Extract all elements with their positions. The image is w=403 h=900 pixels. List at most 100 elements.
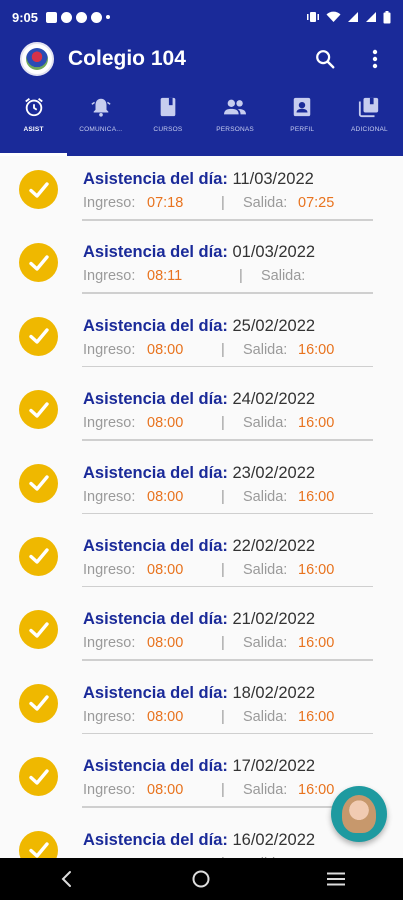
system-nav-bar <box>0 858 403 900</box>
attendance-date: 24/02/2022 <box>232 390 316 409</box>
tab-label: COMUNICA... <box>79 126 123 133</box>
notification-icon <box>91 11 103 23</box>
time-separator: | <box>221 708 225 725</box>
salida-label: Salida: <box>243 415 288 432</box>
app-title: Colegio 104 <box>68 47 186 70</box>
search-button[interactable] <box>311 45 339 73</box>
nav-recents-button[interactable] <box>316 859 356 899</box>
tab-adicional[interactable]: ADICIONAL <box>336 84 403 156</box>
attendance-label: Asistencia del día: <box>83 170 228 188</box>
attendance-row[interactable]: Asistencia del día: 22/02/2022 Ingreso: 0… <box>0 523 403 596</box>
overflow-menu-button[interactable] <box>361 45 389 73</box>
tab-personas[interactable]: PERSONAS <box>202 84 269 156</box>
more-notifications-dot <box>106 15 111 19</box>
salida-time: 16:00 <box>298 782 335 799</box>
menu-lines-icon <box>326 872 345 886</box>
attendance-row[interactable]: Asistencia del día: 23/02/2022 Ingreso: 0… <box>0 450 403 523</box>
tab-label: ADICIONAL <box>351 126 388 133</box>
ingreso-time: 08:00 <box>147 488 184 505</box>
attendance-row[interactable]: Asistencia del día: 01/03/2022 Ingreso: 0… <box>0 229 403 302</box>
facebook-icon <box>76 11 88 23</box>
bell-icon <box>91 98 111 117</box>
check-circle-icon <box>19 316 58 356</box>
attendance-title: Asistencia del día: 21/02/2022 <box>83 610 315 629</box>
tab-perfil[interactable]: PERFIL <box>269 84 336 156</box>
ingreso-label: Ingreso: <box>83 268 136 285</box>
attendance-row[interactable]: Asistencia del día: 18/02/2022 Ingreso: 0… <box>0 670 403 743</box>
library-icon <box>359 97 379 118</box>
attendance-times: Ingreso: 08:00 | Salida: 16:00 <box>83 415 334 431</box>
attendance-times: Ingreso: 08:00 | Salida: 16:00 <box>83 489 334 505</box>
salida-label: Salida: <box>243 635 288 652</box>
salida-time: 16:00 <box>298 708 335 725</box>
attendance-date: 11/03/2022 <box>232 170 314 188</box>
check-circle-icon <box>19 463 58 503</box>
ingreso-time: 08:11 <box>147 268 183 285</box>
attendance-date: 01/03/2022 <box>232 243 316 262</box>
tab-cursos[interactable]: CURSOS <box>134 84 201 156</box>
row-divider <box>82 365 373 368</box>
attendance-title: Asistencia del día: 16/02/2022 <box>83 831 315 850</box>
alarm-clock-icon <box>24 98 43 117</box>
attendance-row[interactable]: Asistencia del día: 24/02/2022 Ingreso: 0… <box>0 376 403 449</box>
tab-asist[interactable]: ASIST <box>0 84 68 156</box>
row-divider <box>82 585 373 588</box>
tab-comunicados[interactable]: COMUNICA... <box>67 84 134 156</box>
status-time: 9:05 <box>12 9 39 25</box>
tab-bar: ASIST COMUNICA... CURSOS PERSONAS PERFIL… <box>0 84 403 156</box>
attendance-date: 25/02/2022 <box>232 316 316 335</box>
attendance-date: 16/02/2022 <box>232 830 316 849</box>
salida-time: 16:00 <box>298 561 335 578</box>
attendance-date: 23/02/2022 <box>232 463 316 482</box>
attendance-times: Ingreso: 08:00 | Salida: 16:00 <box>83 709 334 725</box>
attendance-date: 18/02/2022 <box>232 683 316 702</box>
ingreso-label: Ingreso: <box>83 341 136 358</box>
ingreso-label: Ingreso: <box>83 782 136 799</box>
battery-icon <box>383 10 391 23</box>
nav-back-button[interactable] <box>47 859 87 899</box>
check-circle-icon <box>19 757 58 797</box>
ingreso-time: 08:00 <box>147 561 184 578</box>
notification-icon <box>46 11 58 23</box>
attendance-label: Asistencia del día: <box>83 463 228 482</box>
ingreso-time: 07:18 <box>147 195 184 211</box>
check-circle-icon <box>19 610 58 650</box>
check-circle-icon <box>19 390 58 430</box>
attendance-row[interactable]: Asistencia del día: 11/03/2022 Ingreso: 0… <box>0 156 403 229</box>
ingreso-label: Ingreso: <box>83 415 136 432</box>
attendance-date: 22/02/2022 <box>232 536 316 555</box>
time-separator: | <box>221 782 225 799</box>
nav-home-button[interactable] <box>181 859 221 899</box>
book-icon <box>160 97 176 117</box>
salida-label: Salida: <box>243 341 288 358</box>
attendance-label: Asistencia del día: <box>83 683 228 702</box>
ingreso-label: Ingreso: <box>83 488 136 505</box>
ingreso-label: Ingreso: <box>83 561 136 578</box>
row-divider <box>82 219 373 221</box>
attendance-label: Asistencia del día: <box>83 536 228 555</box>
attendance-date: 17/02/2022 <box>232 757 316 776</box>
salida-time: 07:25 <box>298 195 335 211</box>
check-circle-icon <box>19 243 58 283</box>
check-circle-icon <box>19 683 58 723</box>
back-chevron-icon <box>61 871 72 887</box>
attendance-label: Asistencia del día: <box>83 610 228 629</box>
vibrate-icon <box>307 12 319 22</box>
attendance-times: Ingreso: 08:00 | Salida: 16:00 <box>83 782 334 798</box>
notification-icon <box>61 11 73 23</box>
time-separator: | <box>239 268 243 285</box>
salida-label: Salida: <box>243 561 288 578</box>
notification-icons <box>46 11 111 23</box>
ingreso-time: 08:00 <box>147 635 184 652</box>
attendance-row[interactable]: Asistencia del día: 21/02/2022 Ingreso: 0… <box>0 596 403 669</box>
ingreso-time: 08:00 <box>147 415 184 432</box>
attendance-title: Asistencia del día: 01/03/2022 <box>83 243 315 262</box>
status-bar: 9:05 <box>0 0 403 34</box>
system-icons <box>306 10 391 24</box>
wifi-icon <box>326 11 341 22</box>
attendance-times: Ingreso: 07:18 | Salida: 07:25 <box>83 195 334 211</box>
profile-fab[interactable] <box>331 786 387 842</box>
search-icon <box>316 50 335 69</box>
attendance-row[interactable]: Asistencia del día: 25/02/2022 Ingreso: 0… <box>0 303 403 376</box>
attendance-label: Asistencia del día: <box>83 390 228 409</box>
